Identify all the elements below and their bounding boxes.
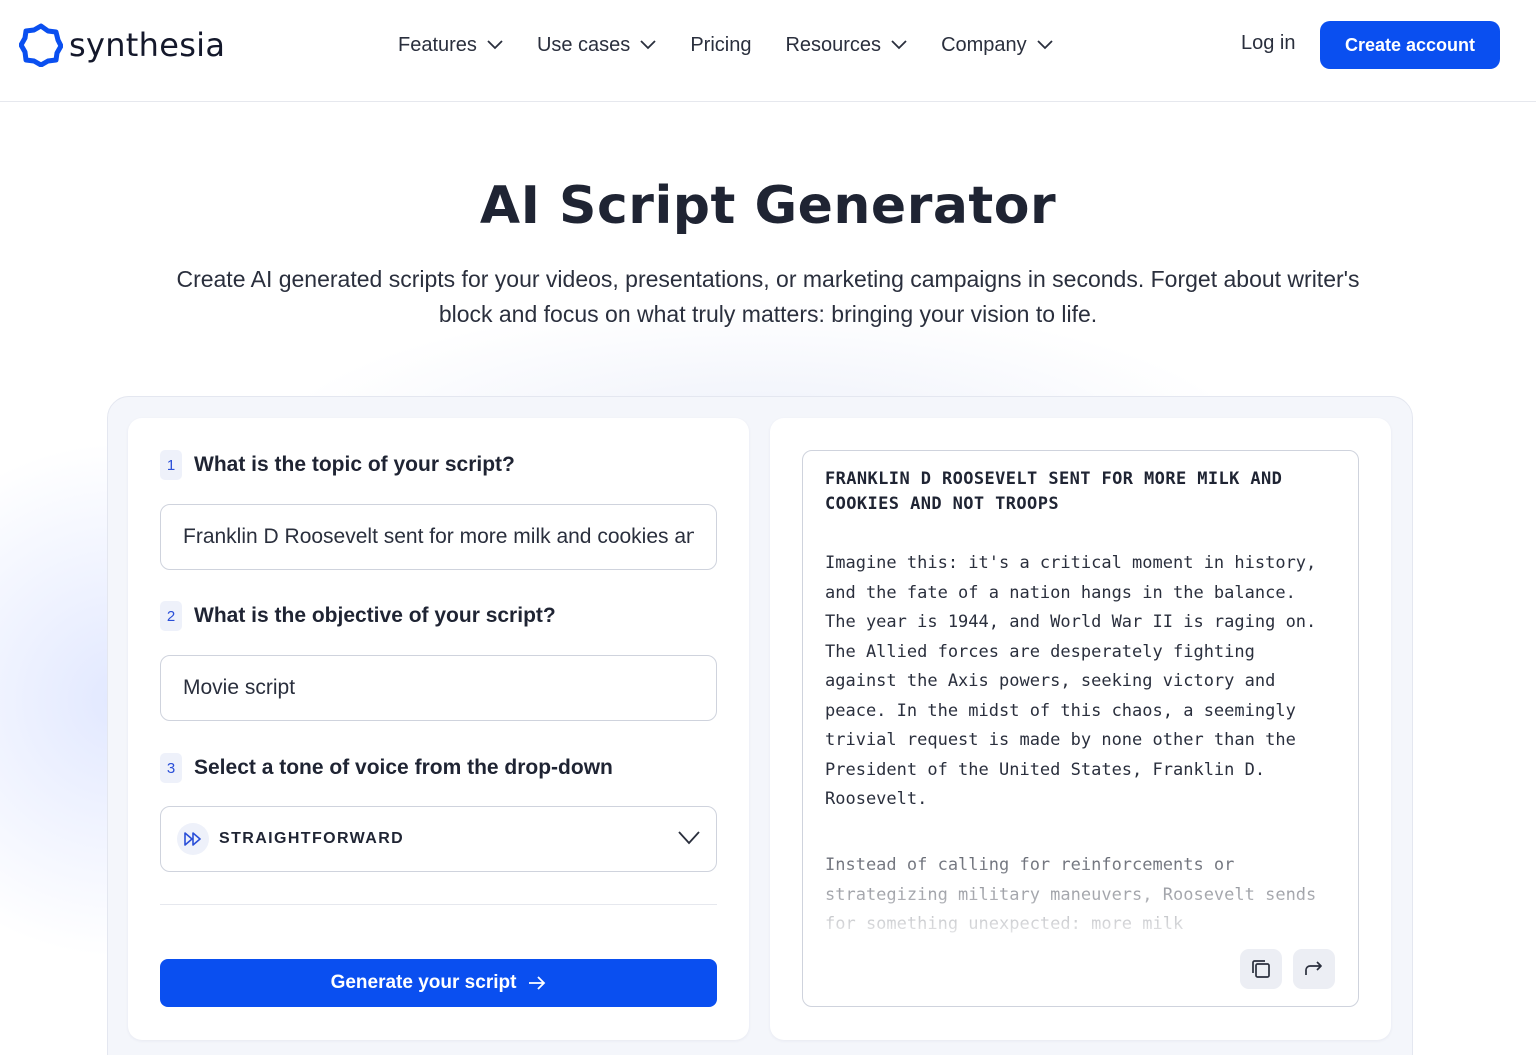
chevron-down-icon <box>487 40 503 50</box>
copy-icon <box>1252 960 1270 978</box>
generate-label: Generate your script <box>330 972 517 993</box>
topic-input[interactable] <box>160 504 717 570</box>
chevron-down-icon <box>640 40 656 50</box>
nav-features[interactable]: Features <box>398 34 503 57</box>
nav-label: Pricing <box>690 33 752 56</box>
site-header: synthesia Features Use cases Pricing Res… <box>0 0 1536 102</box>
main-nav: Features Use cases Pricing Resources Com… <box>398 30 1087 60</box>
chevron-down-icon <box>891 40 907 50</box>
script-paragraph: Imagine this: it's a critical moment in … <box>825 553 1317 809</box>
question-topic: 1 What is the topic of your script? <box>160 450 515 480</box>
question-objective: 2 What is the objective of your script? <box>160 601 556 631</box>
nav-label: Company <box>941 33 1027 56</box>
nav-pricing[interactable]: Pricing <box>690 34 751 57</box>
share-button[interactable] <box>1293 949 1335 989</box>
step-number: 1 <box>160 450 182 480</box>
nav-company[interactable]: Company <box>941 34 1053 57</box>
copy-button[interactable] <box>1240 949 1282 989</box>
question-label: What is the objective of your script? <box>194 604 556 627</box>
nav-label: Features <box>398 33 477 56</box>
synthesia-logo[interactable]: synthesia <box>19 22 225 68</box>
nav-resources[interactable]: Resources <box>785 34 907 57</box>
nav-label: Resources <box>785 33 882 56</box>
question-label: Select a tone of voice from the drop-dow… <box>194 756 613 779</box>
objective-input[interactable] <box>160 655 717 721</box>
script-title: FRANKLIN D ROOSEVELT SENT FOR MORE MILK … <box>825 469 1283 514</box>
nav-use-cases[interactable]: Use cases <box>537 34 656 57</box>
divider <box>160 904 717 905</box>
tone-select[interactable]: STRAIGHTFORWARD <box>160 806 717 872</box>
page-subtitle: Create AI generated scripts for your vid… <box>176 266 1360 327</box>
step-number: 3 <box>160 753 182 783</box>
script-form-panel: 1 What is the topic of your script? 2 Wh… <box>128 418 749 1040</box>
question-tone: 3 Select a tone of voice from the drop-d… <box>160 753 613 783</box>
script-output-panel: FRANKLIN D ROOSEVELT SENT FOR MORE MILK … <box>770 418 1391 1040</box>
share-icon <box>1305 961 1322 975</box>
create-account-button[interactable]: Create account <box>1320 21 1500 69</box>
login-link[interactable]: Log in <box>1241 32 1296 55</box>
tone-selected-value: STRAIGHTFORWARD <box>219 830 405 847</box>
step-number: 2 <box>160 601 182 631</box>
brand-name: synthesia <box>69 26 226 64</box>
script-output-box[interactable]: FRANKLIN D ROOSEVELT SENT FOR MORE MILK … <box>802 450 1359 1007</box>
question-label: What is the topic of your script? <box>194 453 515 476</box>
generate-script-button[interactable]: Generate your script <box>160 959 717 1007</box>
nav-label: Use cases <box>536 33 631 56</box>
synthesia-logo-icon <box>19 23 63 67</box>
chevron-down-icon <box>1037 40 1053 50</box>
page-title: AI Script Generator <box>479 176 1057 236</box>
fast-forward-icon <box>177 823 209 855</box>
chevron-down-icon <box>678 831 700 845</box>
arrow-right-icon <box>529 976 546 990</box>
script-paragraph: Instead of calling for reinforcements or… <box>825 855 1317 934</box>
